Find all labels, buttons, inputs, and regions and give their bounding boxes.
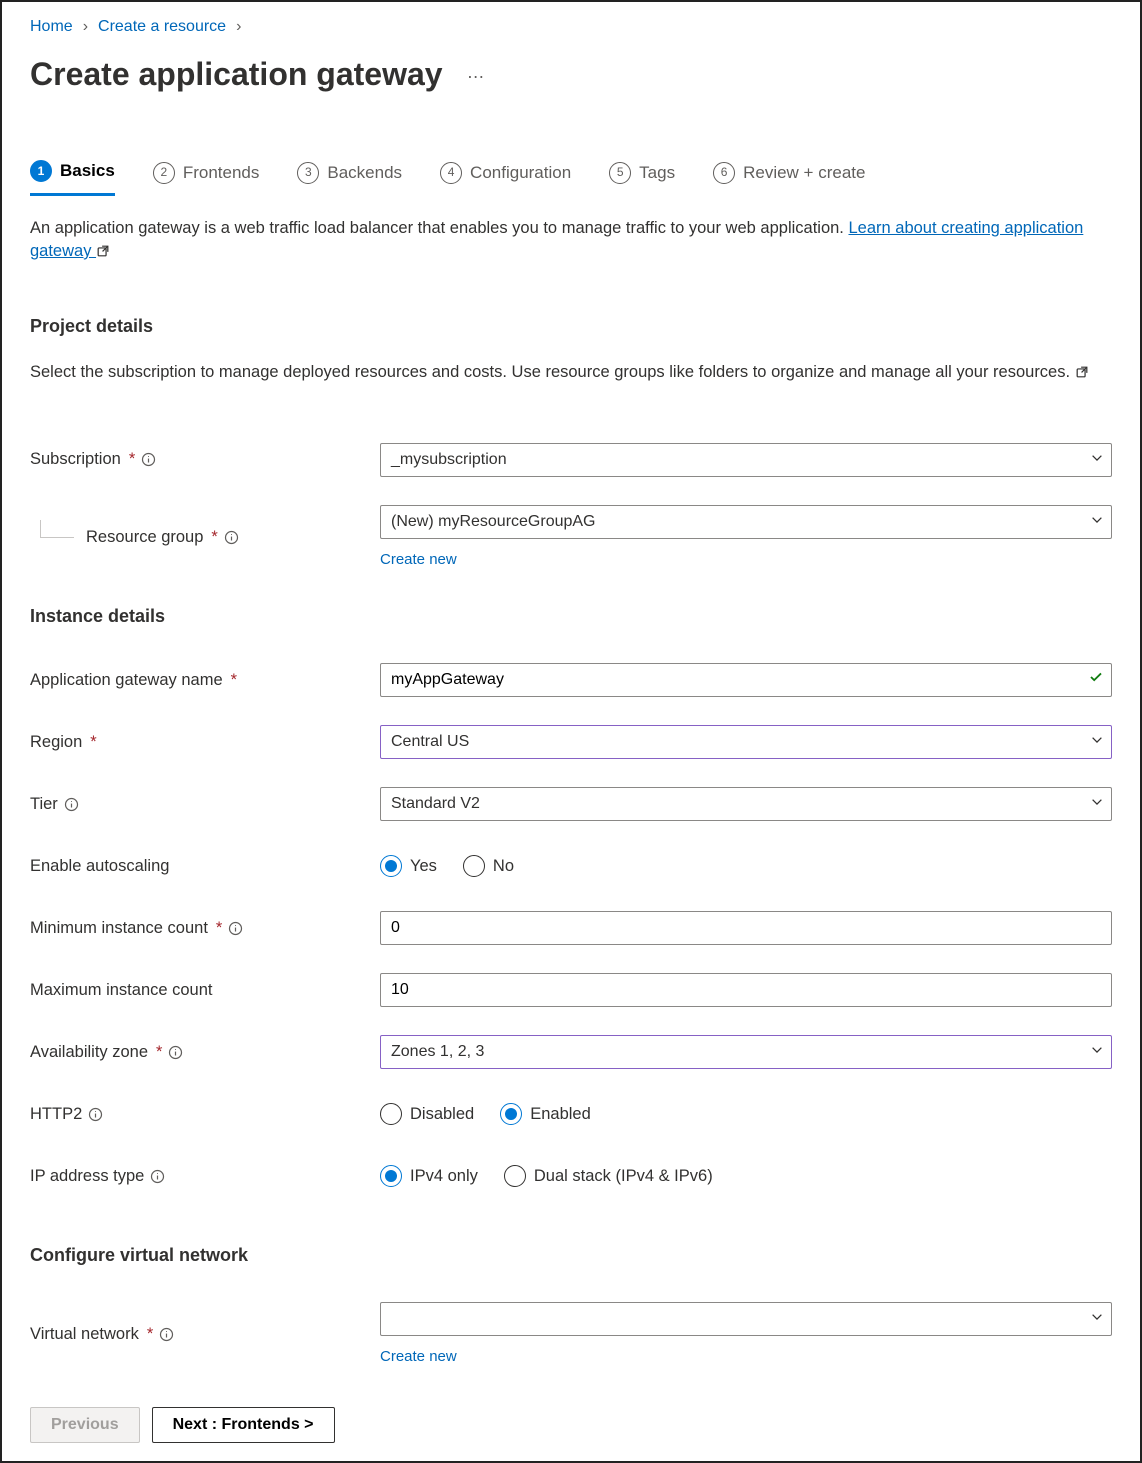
tab-basics[interactable]: 1 Basics — [30, 159, 115, 196]
section-instance-details: Instance details — [30, 604, 1112, 629]
tab-configuration[interactable]: 4 Configuration — [440, 159, 571, 196]
label-min-instance: Minimum instance count — [30, 917, 208, 940]
label-virtual-network: Virtual network — [30, 1323, 139, 1346]
step-number: 5 — [609, 162, 631, 184]
label-http2: HTTP2 — [30, 1103, 82, 1126]
tier-dropdown[interactable]: Standard V2 — [380, 787, 1112, 821]
previous-button: Previous — [30, 1407, 140, 1443]
required-icon: * — [216, 917, 222, 940]
ip-type-radio-group: IPv4 only Dual stack (IPv4 & IPv6) — [380, 1159, 1112, 1193]
ip-type-dual-radio[interactable]: Dual stack (IPv4 & IPv6) — [504, 1165, 713, 1188]
required-icon: * — [129, 448, 135, 471]
http2-enabled-radio[interactable]: Enabled — [500, 1103, 591, 1126]
http2-radio-group: Disabled Enabled — [380, 1097, 1112, 1131]
virtual-network-dropdown[interactable] — [380, 1302, 1112, 1336]
section-project-sub: Select the subscription to manage deploy… — [30, 361, 1090, 384]
dropdown-value: (New) myResourceGroupAG — [391, 511, 596, 533]
step-number: 6 — [713, 162, 735, 184]
breadcrumb: Home › Create a resource › — [30, 16, 1112, 38]
radio-label: Enabled — [530, 1103, 591, 1126]
resource-group-dropdown[interactable]: (New) myResourceGroupAG — [380, 505, 1112, 539]
external-link-icon — [1075, 363, 1089, 381]
dropdown-value: Zones 1, 2, 3 — [391, 1041, 484, 1063]
tab-label: Configuration — [470, 161, 571, 185]
label-resource-group: Resource group — [86, 526, 203, 549]
label-max-instance: Maximum instance count — [30, 979, 213, 1002]
required-icon: * — [231, 669, 237, 692]
autoscale-radio-group: Yes No — [380, 849, 1112, 883]
subscription-dropdown[interactable]: _mysubscription — [380, 443, 1112, 477]
chevron-right-icon: › — [83, 16, 88, 38]
tab-review-create[interactable]: 6 Review + create — [713, 159, 865, 196]
label-tier: Tier — [30, 793, 58, 816]
intro-body: An application gateway is a web traffic … — [30, 219, 848, 237]
availability-zone-dropdown[interactable]: Zones 1, 2, 3 — [380, 1035, 1112, 1069]
connector-line — [40, 520, 74, 538]
tab-label: Basics — [60, 159, 115, 183]
info-icon[interactable] — [64, 797, 79, 812]
app-gateway-name-input[interactable] — [380, 663, 1112, 697]
dropdown-value: Standard V2 — [391, 793, 480, 815]
required-icon: * — [211, 526, 217, 549]
info-icon[interactable] — [159, 1327, 174, 1342]
autoscale-yes-radio[interactable]: Yes — [380, 855, 437, 878]
external-link-icon — [96, 242, 110, 260]
label-ip-address-type: IP address type — [30, 1165, 144, 1188]
label-subscription: Subscription — [30, 448, 121, 471]
breadcrumb-home[interactable]: Home — [30, 16, 73, 38]
section-project-details: Project details — [30, 314, 1112, 339]
info-icon[interactable] — [150, 1169, 165, 1184]
label-enable-autoscaling: Enable autoscaling — [30, 855, 169, 878]
tab-label: Review + create — [743, 161, 865, 185]
info-icon[interactable] — [228, 921, 243, 936]
tab-backends[interactable]: 3 Backends — [297, 159, 402, 196]
label-app-gateway-name: Application gateway name — [30, 669, 223, 692]
radio-label: Dual stack (IPv4 & IPv6) — [534, 1165, 713, 1188]
step-number: 1 — [30, 160, 52, 182]
checkmark-icon — [1088, 669, 1104, 692]
tab-tags[interactable]: 5 Tags — [609, 159, 675, 196]
info-icon[interactable] — [88, 1107, 103, 1122]
radio-label: No — [493, 855, 514, 878]
dropdown-value: Central US — [391, 731, 469, 753]
radio-label: IPv4 only — [410, 1165, 478, 1188]
label-availability-zone: Availability zone — [30, 1041, 148, 1064]
autoscale-no-radio[interactable]: No — [463, 855, 514, 878]
create-new-vnet-link[interactable]: Create new — [380, 1346, 1112, 1367]
required-icon: * — [90, 731, 96, 754]
more-icon[interactable]: … — [463, 60, 491, 85]
tab-frontends[interactable]: 2 Frontends — [153, 159, 260, 196]
required-icon: * — [147, 1323, 153, 1346]
next-button[interactable]: Next : Frontends > — [152, 1407, 335, 1443]
tab-label: Backends — [327, 161, 402, 185]
min-instance-input[interactable] — [380, 911, 1112, 945]
section-configure-vnet: Configure virtual network — [30, 1243, 1112, 1268]
intro-text: An application gateway is a web traffic … — [30, 217, 1090, 263]
breadcrumb-create-resource[interactable]: Create a resource — [98, 16, 226, 38]
ip-type-ipv4-radio[interactable]: IPv4 only — [380, 1165, 478, 1188]
http2-disabled-radio[interactable]: Disabled — [380, 1103, 474, 1126]
info-icon[interactable] — [168, 1045, 183, 1060]
step-number: 3 — [297, 162, 319, 184]
step-number: 2 — [153, 162, 175, 184]
info-icon[interactable] — [141, 452, 156, 467]
region-dropdown[interactable]: Central US — [380, 725, 1112, 759]
radio-label: Disabled — [410, 1103, 474, 1126]
required-icon: * — [156, 1041, 162, 1064]
radio-label: Yes — [410, 855, 437, 878]
dropdown-value: _mysubscription — [391, 449, 507, 471]
page-title: Create application gateway — [30, 52, 443, 97]
tab-label: Tags — [639, 161, 675, 185]
label-region: Region — [30, 731, 82, 754]
wizard-footer: Previous Next : Frontends > — [30, 1367, 1112, 1443]
info-icon[interactable] — [224, 530, 239, 545]
tab-label: Frontends — [183, 161, 260, 185]
chevron-right-icon: › — [236, 16, 241, 38]
create-new-resource-group-link[interactable]: Create new — [380, 549, 1112, 570]
max-instance-input[interactable] — [380, 973, 1112, 1007]
app-gateway-name-input-wrap — [380, 663, 1112, 697]
step-number: 4 — [440, 162, 462, 184]
wizard-tabs: 1 Basics 2 Frontends 3 Backends 4 Config… — [30, 159, 1112, 197]
